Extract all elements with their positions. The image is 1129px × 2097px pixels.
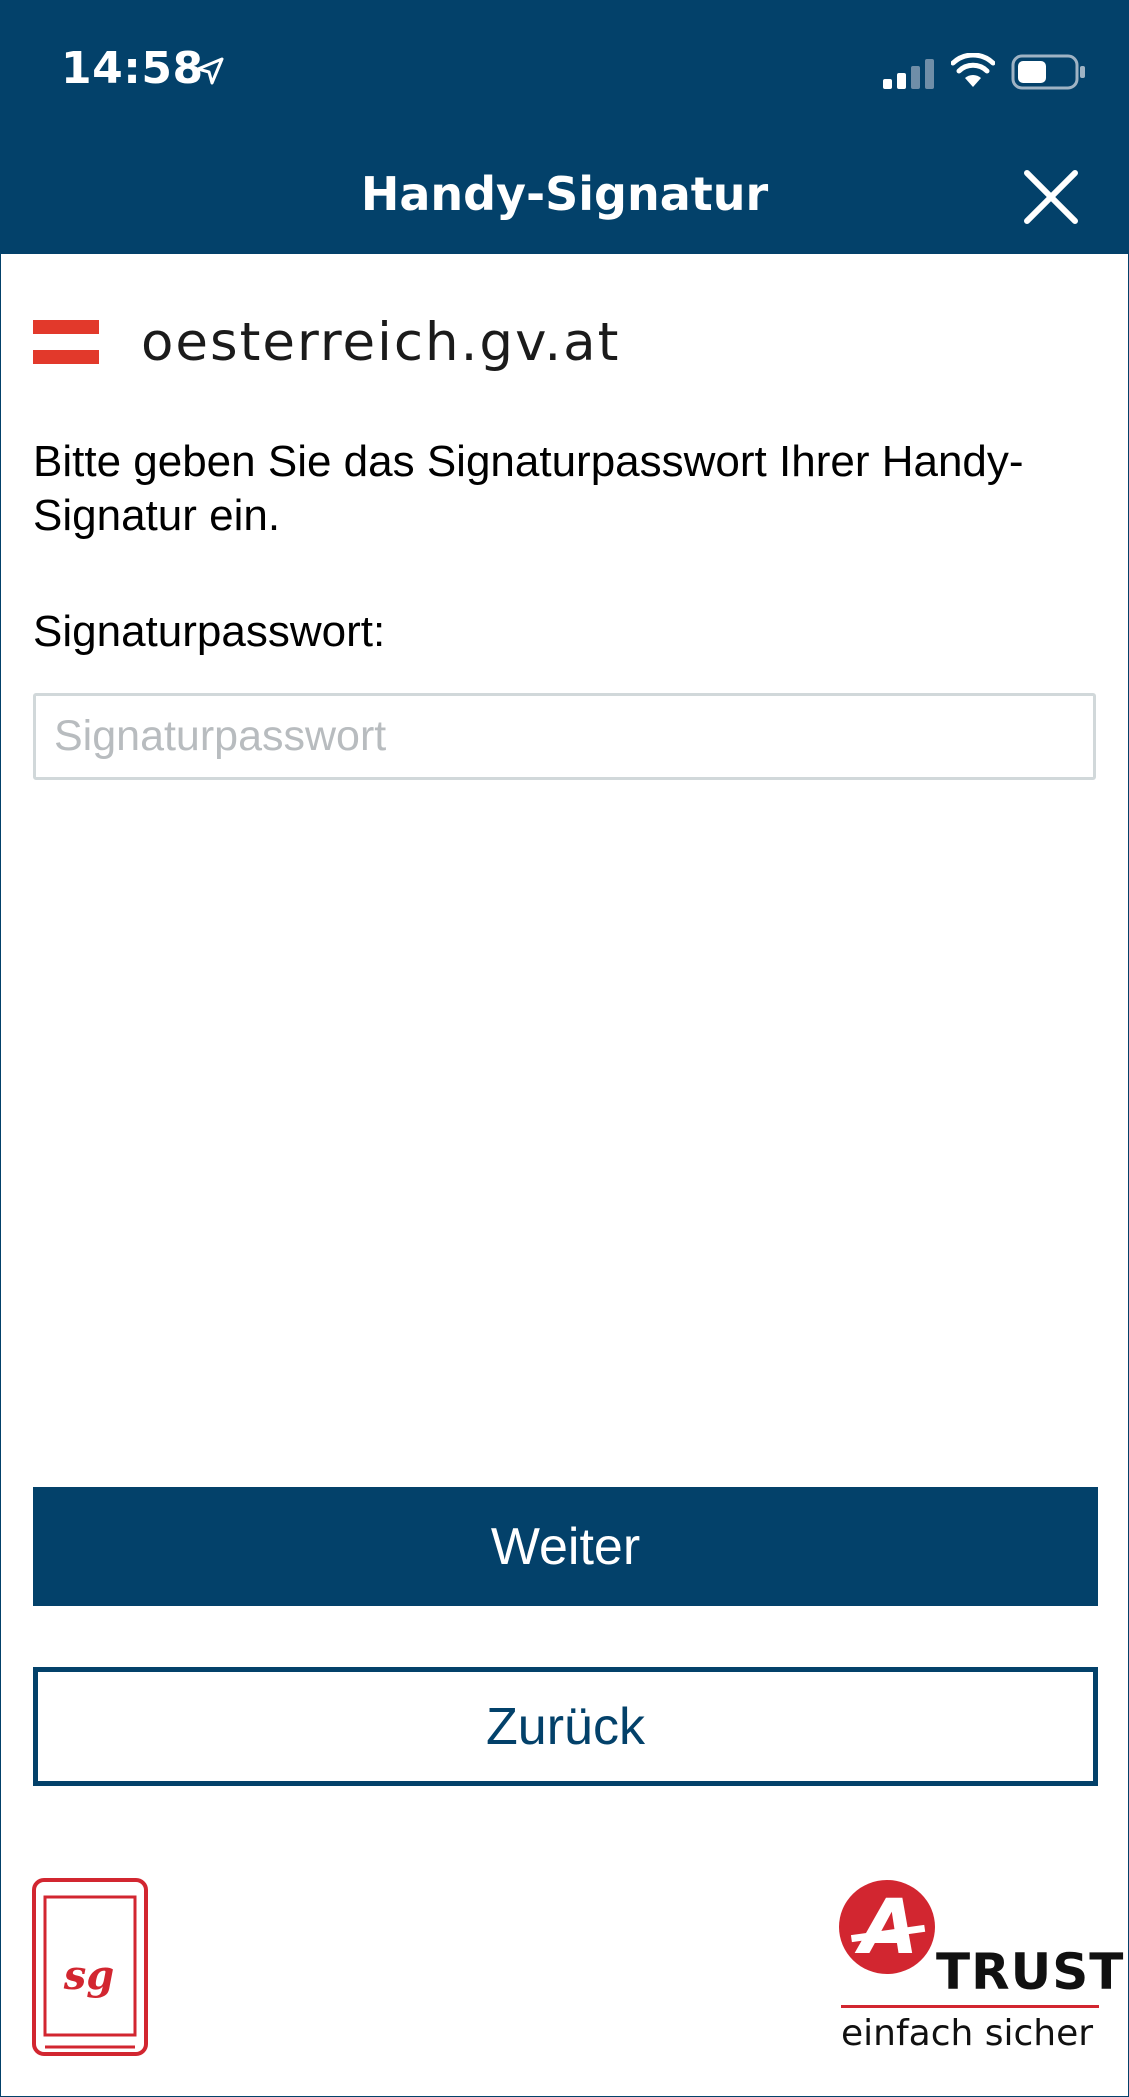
page-title: Handy-Signatur (360, 167, 769, 221)
password-input[interactable] (33, 693, 1096, 780)
wifi-icon (951, 53, 995, 87)
close-button[interactable] (1011, 159, 1091, 229)
brand-name: oesterreich.gv.at (141, 311, 621, 373)
svg-text:sg: sg (63, 1952, 115, 1999)
a-trust-name: TRUST (936, 1943, 1125, 2001)
austria-flag-icon (33, 320, 99, 364)
instruction-text: Bitte geben Sie das Signaturpasswort Ihr… (33, 437, 1024, 540)
a-trust-divider (841, 2005, 1099, 2008)
status-time: 14:58 (61, 43, 204, 94)
password-label: Signaturpasswort: (33, 607, 386, 656)
back-button[interactable]: Zurück (33, 1667, 1098, 1786)
cellular-signal-icon (883, 59, 934, 89)
a-trust-tagline: einfach sicher (841, 2013, 1094, 2054)
svg-text:A: A (855, 1882, 919, 1971)
continue-button[interactable]: Weiter (33, 1487, 1098, 1606)
location-arrow-icon (196, 57, 224, 85)
header-bar: 14:58 Handy-Signatur (1, 1, 1128, 254)
brand-logo: oesterreich.gv.at (33, 311, 620, 373)
close-icon (1024, 169, 1078, 224)
battery-icon (1011, 54, 1085, 90)
app-screen: 14:58 Handy-Signatur oesterreich.gv.at B… (0, 0, 1129, 2097)
handy-signatur-logo: sg (32, 1878, 148, 2056)
